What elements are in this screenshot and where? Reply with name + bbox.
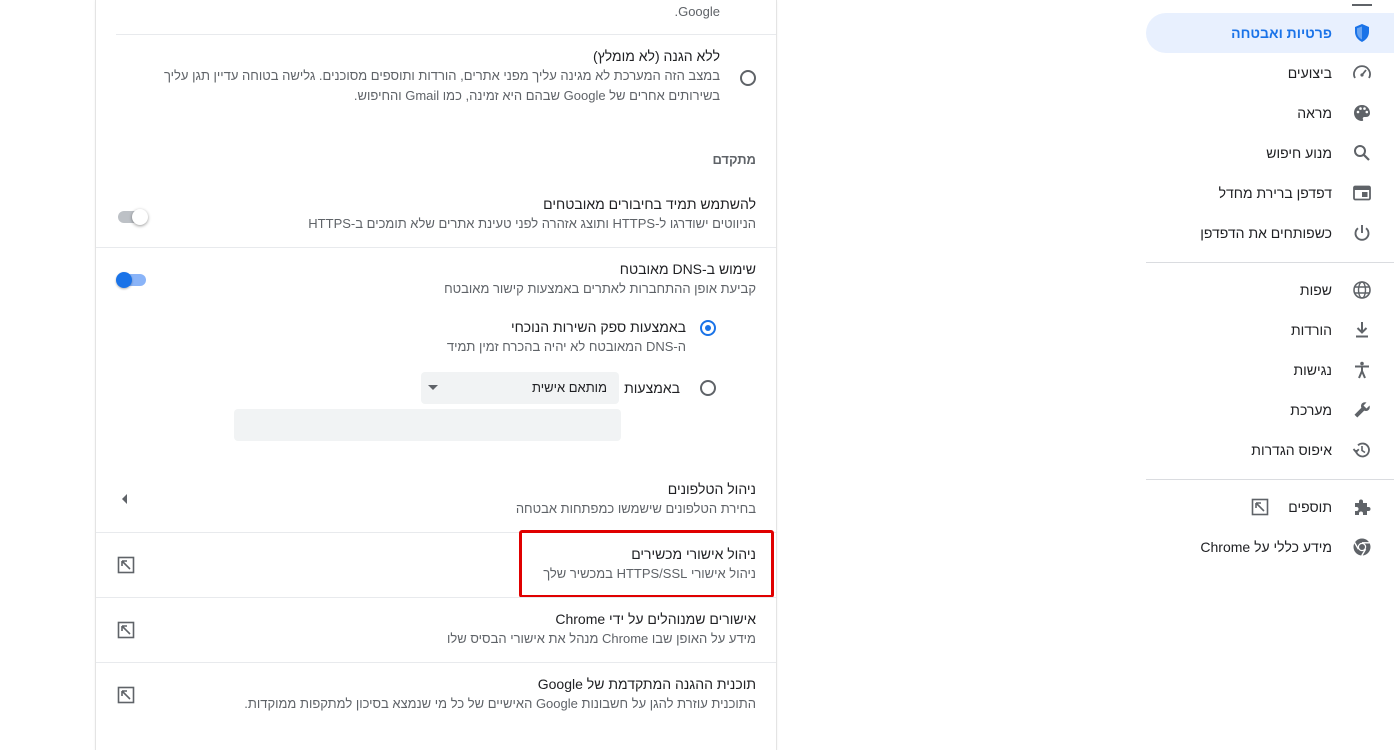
download-icon — [1356, 322, 1368, 338]
reset-history-icon — [1352, 442, 1370, 458]
sidebar-item-languages[interactable]: שפות — [1146, 270, 1394, 310]
no-protection-desc-line1: במצב הזה המערכת לא מגינה עליך מפני אתרים… — [163, 68, 720, 83]
shield-icon — [1355, 24, 1369, 42]
settings-card: Google. ללא הגנה (לא מומלץ) במצב הזה המע… — [96, 0, 776, 750]
chrome-icon — [1353, 538, 1371, 556]
open-external-icon — [1251, 498, 1269, 516]
puzzle-icon — [1355, 499, 1371, 515]
sidebar-item-label: מערכת — [1290, 402, 1332, 418]
https-only-toggle[interactable] — [118, 209, 150, 225]
no-protection-option[interactable]: ללא הגנה (לא מומלץ) במצב הזה המערכת לא מ… — [96, 34, 776, 114]
sidebar-item-label: פרטיות ואבטחה — [1231, 25, 1332, 41]
autofill-icon — [1352, 0, 1372, 6]
sidebar-item-label: תוספים — [1288, 499, 1332, 515]
chrome-certificates-desc: מידע על האופן שבו Chrome מנהל את אישורי … — [447, 631, 756, 646]
sidebar-item-on-startup[interactable]: כשפותחים את הדפדפן — [1146, 213, 1394, 253]
open-external-icon[interactable] — [116, 555, 136, 575]
manage-phones-row[interactable]: ניהול הטלפונים בחירת הטלפונים שישמשו כמפ… — [96, 468, 776, 532]
sidebar-item-label: מראה — [1297, 105, 1332, 121]
no-protection-desc-line2: בשירותים אחרים של Google שבהם היא זמינה,… — [353, 88, 720, 103]
dns-current-provider-title: באמצעות ספק השירות הנוכחי — [510, 319, 686, 335]
open-external-icon[interactable] — [116, 620, 136, 640]
chrome-certificates-row[interactable]: אישורים שמנוהלים על ידי Chrome מידע על ה… — [96, 598, 776, 662]
advanced-protection-title: תוכנית ההגנה המתקדמת של Google — [537, 676, 756, 692]
settings-sidebar: פרטיות ואבטחה ביצועים מראה מנוע חיפוש דפ… — [1144, 0, 1394, 750]
secure-dns-desc: קביעת אופן ההתחברות לאתרים באמצעות קישור… — [444, 281, 756, 296]
sidebar-item-label: ביצועים — [1287, 65, 1332, 81]
sidebar-item-label: איפוס הגדרות — [1251, 442, 1332, 458]
dns-provider-select[interactable]: מותאם אישית — [421, 372, 619, 404]
sidebar-item-label: כשפותחים את הדפדפן — [1200, 225, 1332, 241]
advanced-protection-desc: התוכנית עוזרת להגן על חשבונות Google האי… — [244, 696, 756, 711]
sidebar-item-performance[interactable]: ביצועים — [1146, 53, 1394, 93]
sidebar-item-default-browser[interactable]: דפדפן ברירת מחדל — [1146, 173, 1394, 213]
open-external-icon[interactable] — [116, 685, 136, 705]
power-icon — [1354, 225, 1370, 241]
dns-current-provider-radio[interactable] — [700, 320, 716, 336]
sidebar-item-reset-settings[interactable]: איפוס הגדרות — [1146, 430, 1394, 470]
manage-phones-desc: בחירת הטלפונים שישמשו כמפתחות אבטחה — [515, 501, 756, 516]
sidebar-item-label: מידע כללי על Chrome — [1200, 539, 1332, 555]
sidebar-item-label: הורדות — [1290, 322, 1332, 338]
manage-phones-title: ניהול הטלפונים — [667, 481, 756, 497]
arrow-left-icon — [122, 494, 127, 504]
accessibility-icon — [1355, 361, 1369, 379]
sidebar-item-downloads[interactable]: הורדות — [1146, 310, 1394, 350]
sidebar-item-label: מנוע חיפוש — [1266, 145, 1332, 161]
toggle-knob — [116, 272, 132, 288]
sidebar-item-label: נגישות — [1293, 362, 1332, 378]
sidebar-divider — [1146, 262, 1394, 263]
dns-current-provider-option[interactable]: באמצעות ספק השירות הנוכחי ה-DNS המאובטח … — [196, 314, 726, 358]
chrome-certificates-title: אישורים שמנוהלים על ידי Chrome — [555, 611, 756, 627]
dns-custom-radio[interactable] — [700, 380, 716, 396]
highlight-box — [519, 530, 774, 598]
browser-window-icon — [1353, 185, 1371, 201]
sidebar-item-system[interactable]: מערכת — [1146, 390, 1394, 430]
chevron-down-icon — [428, 385, 438, 390]
no-protection-title: ללא הגנה (לא מומלץ) — [592, 48, 720, 64]
sidebar-item-appearance[interactable]: מראה — [1146, 93, 1394, 133]
search-icon — [1354, 145, 1370, 161]
secure-dns-title: שימוש ב-DNS מאובטח — [619, 261, 756, 277]
previous-option-desc-end: Google. — [674, 4, 720, 19]
sidebar-item-privacy-security[interactable]: פרטיות ואבטחה — [1146, 13, 1394, 53]
dns-provider-select-value: מותאם אישית — [531, 380, 607, 395]
dns-custom-provider-input[interactable] — [234, 409, 621, 441]
wrench-icon — [1354, 402, 1370, 418]
sidebar-item-about-chrome[interactable]: מידע כללי על Chrome — [1146, 527, 1394, 567]
secure-dns-toggle[interactable] — [116, 272, 148, 288]
sidebar-item-search-engine[interactable]: מנוע חיפוש — [1146, 133, 1394, 173]
dns-custom-label: באמצעות — [624, 380, 680, 396]
dns-current-provider-desc: ה-DNS המאובטח לא יהיה בהכרח זמין תמיד — [446, 339, 686, 354]
globe-icon — [1353, 281, 1371, 299]
https-only-title: להשתמש תמיד בחיבורים מאובטחים — [543, 196, 756, 212]
https-only-desc: הניווטים ישודרגו ל-HTTPS ותוצג אזהרה לפנ… — [308, 216, 756, 231]
sidebar-divider — [1146, 479, 1394, 480]
no-protection-radio[interactable] — [740, 70, 756, 86]
sidebar-item-accessibility[interactable]: נגישות — [1146, 350, 1394, 390]
secure-dns-row[interactable]: שימוש ב-DNS מאובטח קביעת אופן ההתחברות ל… — [96, 248, 776, 302]
palette-icon — [1354, 105, 1370, 121]
toggle-knob — [132, 209, 148, 225]
sidebar-item-label: דפדפן ברירת מחדל — [1218, 185, 1332, 201]
https-only-row[interactable]: להשתמש תמיד בחיבורים מאובטחים הניווטים י… — [96, 185, 776, 247]
speedometer-icon — [1353, 65, 1371, 79]
advanced-section-heading: מתקדם — [712, 152, 756, 167]
sidebar-item-label: שפות — [1299, 282, 1332, 298]
advanced-protection-row[interactable]: תוכנית ההגנה המתקדמת של Google התוכנית ע… — [96, 663, 776, 727]
sidebar-item-extensions[interactable]: תוספים — [1146, 487, 1394, 527]
